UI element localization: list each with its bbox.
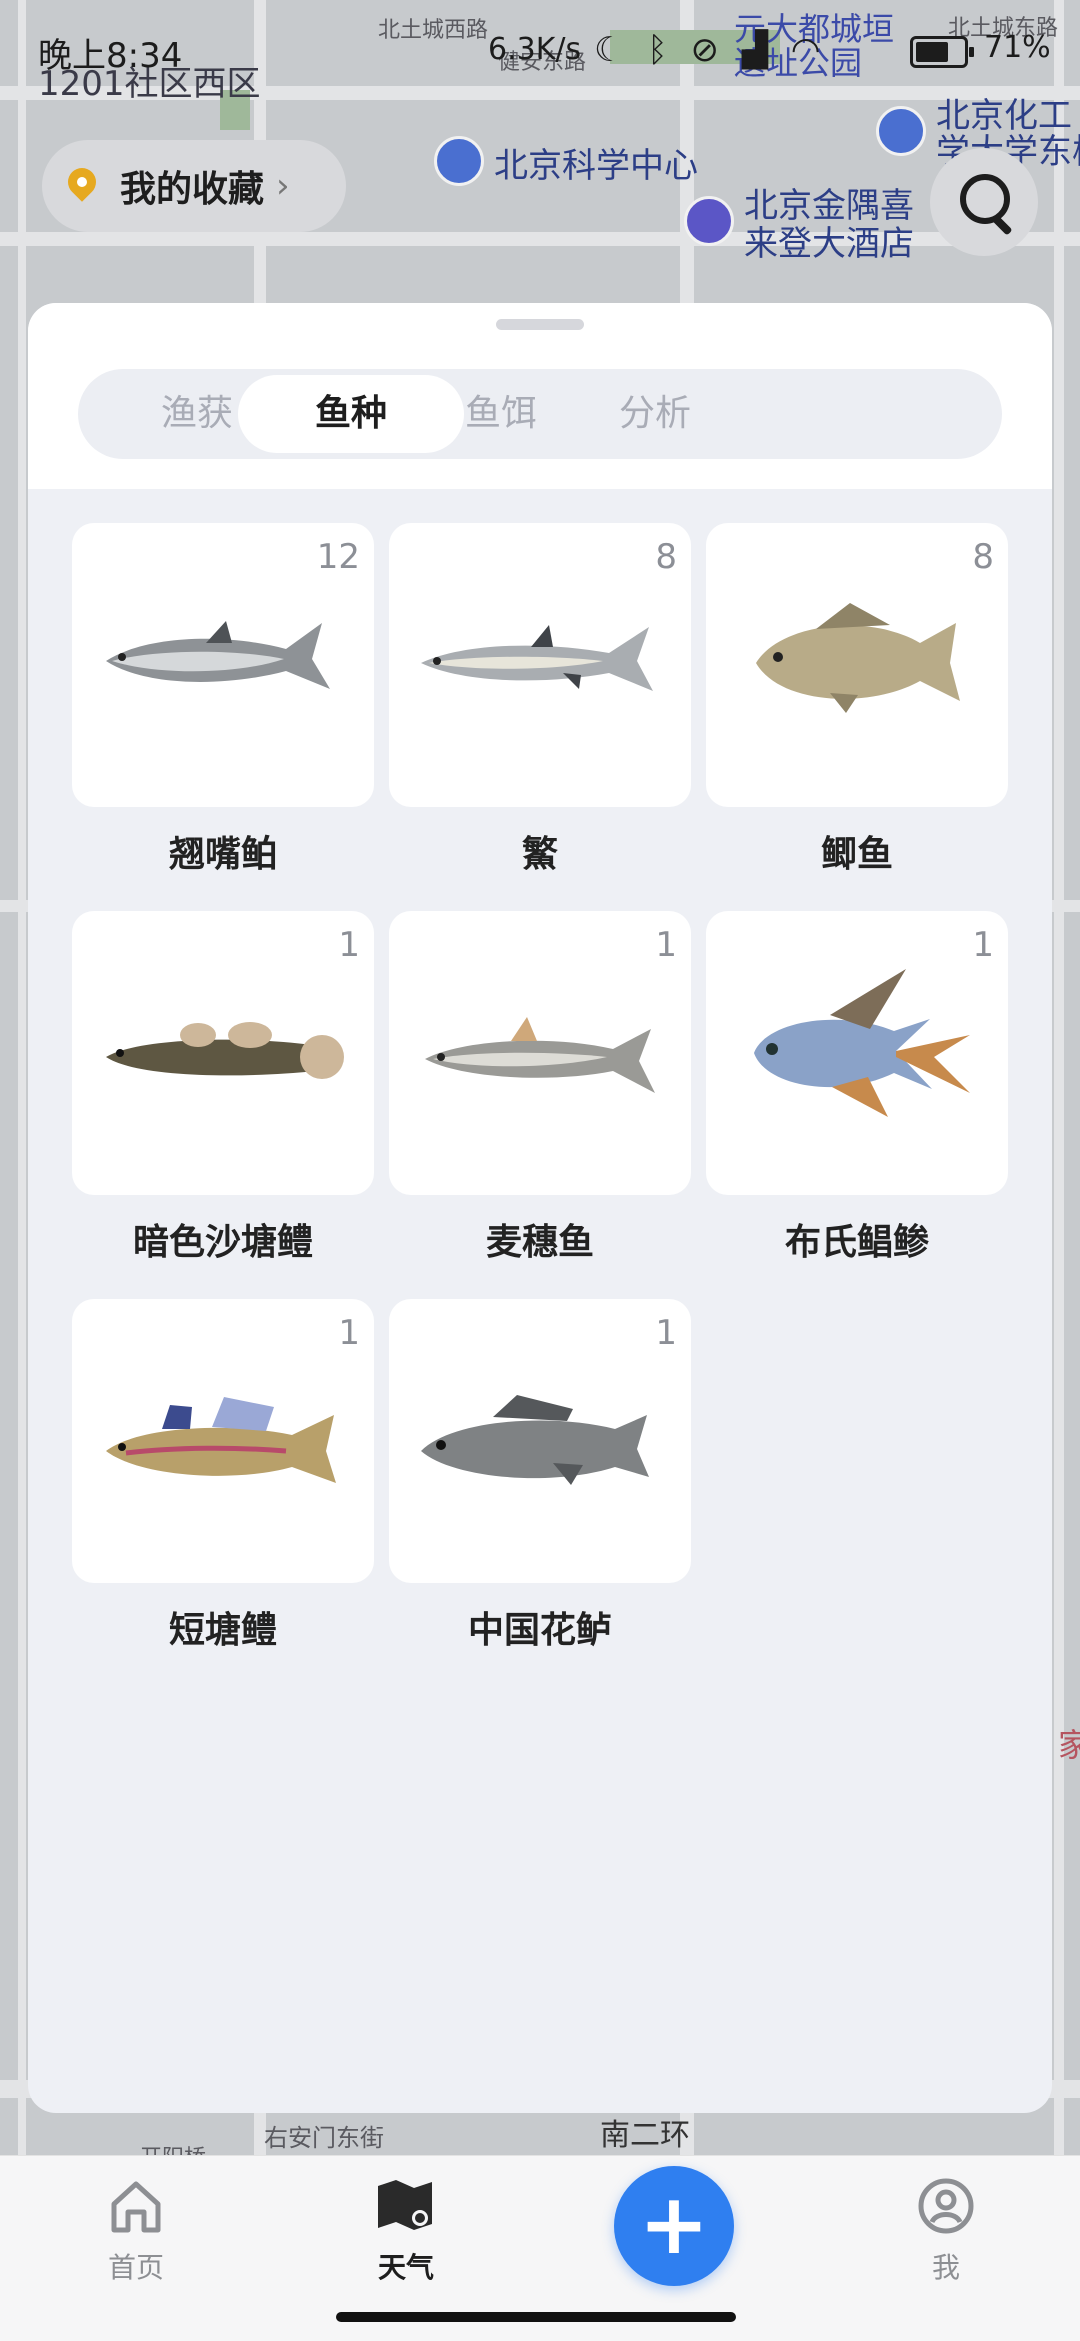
catch-count: 12	[316, 537, 360, 577]
map-label: 家	[1058, 1726, 1080, 1764]
home-indicator[interactable]	[336, 2312, 736, 2322]
search-icon	[960, 174, 1010, 224]
network-speed: 6.3K/s	[488, 32, 582, 67]
search-button[interactable]	[930, 148, 1038, 256]
fish-pompano-icon	[754, 969, 970, 1117]
fish-goby-dark-icon	[106, 1022, 344, 1079]
catch-count: 1	[972, 925, 994, 965]
nav-profile[interactable]: 我	[876, 2176, 1016, 2286]
nav-profile-label: 我	[931, 2251, 960, 2284]
favorites-label: 我的收藏	[120, 169, 265, 210]
map-label: 来登大酒店	[744, 224, 914, 264]
nav-weather[interactable]: 天气	[336, 2176, 476, 2286]
wifi-icon: ◠	[790, 30, 827, 70]
catch-count: 1	[655, 925, 677, 965]
species-name: 中国花鲈	[467, 1610, 612, 1651]
sheet-header: 渔获 鱼种 鱼饵 分析	[28, 303, 1052, 489]
species-name: 布氏鲳鲹	[784, 1222, 929, 1263]
species-card-min[interactable]: 8	[389, 523, 691, 807]
species-card-jiyu[interactable]: 8	[706, 523, 1008, 807]
science-center-poi-icon[interactable]	[434, 136, 484, 186]
status-icons: ☾ ᛒ ⊘ ▟ ◠	[594, 30, 826, 70]
battery-percent: 71%	[984, 30, 1051, 65]
map-label: 北京科学中心	[494, 146, 698, 186]
species-name: 短塘鳢	[168, 1610, 277, 1651]
school-poi-icon[interactable]	[876, 106, 926, 156]
species-name: 鰵	[521, 834, 558, 875]
catch-count: 1	[338, 1313, 360, 1353]
status-time: 晚上8:34	[38, 36, 183, 76]
species-card-qiaozuibai[interactable]: 12	[72, 523, 374, 807]
nav-home[interactable]: 首页	[66, 2176, 206, 2286]
signal-icon: ▟	[741, 30, 774, 70]
add-catch-button[interactable]: +	[614, 2166, 734, 2286]
status-bar: 晚上8:34 6.3K/s ☾ ᛒ ⊘ ▟ ◠ 71%	[0, 22, 1080, 78]
nav-home-label: 首页	[107, 2251, 164, 2284]
favorites-button[interactable]: 我的收藏 ›	[42, 140, 346, 232]
catch-count: 1	[338, 925, 360, 965]
drag-handle[interactable]	[496, 319, 584, 330]
fish-goby-colorful-icon	[106, 1397, 336, 1483]
location-pin-icon	[62, 162, 102, 204]
moon-icon: ☾	[594, 30, 631, 70]
catch-count: 8	[972, 537, 994, 577]
weather-map-icon	[378, 2180, 432, 2230]
fish-minnow-icon	[425, 1017, 655, 1093]
tab-bar: 渔获 鱼种 鱼饵 分析	[78, 369, 1002, 459]
mute-icon: ⊘	[690, 30, 726, 70]
fish-seabass-icon	[421, 1395, 649, 1485]
fish-silver-long-icon	[106, 621, 330, 689]
home-icon	[111, 2181, 161, 2233]
species-name: 翘嘴鲌	[168, 834, 277, 875]
profile-icon	[918, 2178, 974, 2234]
bluetooth-icon: ᛒ	[647, 30, 674, 70]
map-label: 南二环	[600, 2118, 690, 2153]
battery-icon	[910, 36, 974, 68]
nav-weather-label: 天气	[377, 2251, 434, 2284]
fish-crucian-icon	[756, 603, 960, 713]
species-name: 鲫鱼	[820, 834, 893, 875]
species-card-bushi-changshen[interactable]: 1	[706, 911, 1008, 1195]
species-card-zhongguo-hualu[interactable]: 1	[389, 1299, 691, 1583]
species-name: 暗色沙塘鳢	[132, 1222, 313, 1263]
map-label: 右安门东街	[264, 2124, 384, 2152]
species-card-duantangli[interactable]: 1	[72, 1299, 374, 1583]
hotel-poi-icon[interactable]	[684, 196, 734, 246]
species-card-anse-shatangli[interactable]: 1	[72, 911, 374, 1195]
species-name: 麦穗鱼	[485, 1222, 594, 1263]
catch-count: 8	[655, 537, 677, 577]
chevron-right-icon: ›	[276, 166, 290, 206]
species-card-maisuiyu[interactable]: 1	[389, 911, 691, 1195]
fish-silver-slim-icon	[421, 625, 653, 691]
catch-count: 1	[655, 1313, 677, 1353]
tab-analysis[interactable]: 分析	[542, 375, 768, 453]
species-sheet: 渔获 鱼种 鱼饵 分析 12 翘嘴鲌 8 鰵 8 鲫鱼 1 暗色沙塘鳢 1 麦穗…	[28, 303, 1052, 2113]
